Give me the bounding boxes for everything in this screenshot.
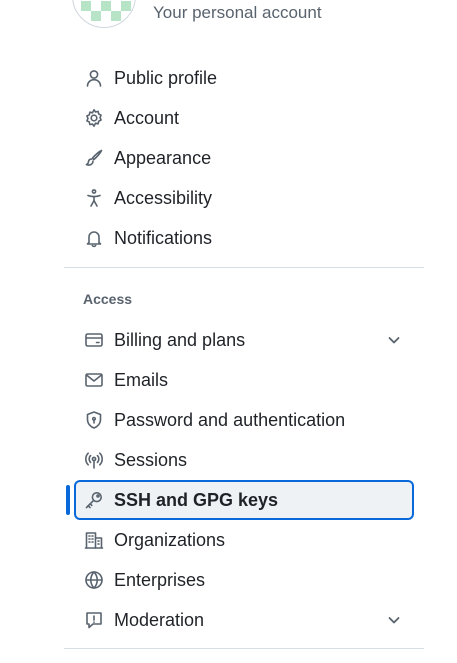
globe-icon [83, 569, 105, 591]
gear-icon [83, 107, 105, 129]
avatar-pattern-tile [101, 1, 111, 11]
mail-icon [83, 369, 105, 391]
account-header: Your personal account [0, 0, 457, 40]
sidebar-item-billing-and-plans[interactable]: Billing and plans [64, 320, 424, 360]
avatar-pattern-tile [121, 1, 131, 11]
organization-icon [83, 529, 105, 551]
chevron-down-icon[interactable] [386, 332, 402, 348]
sidebar-item-label: Appearance [114, 147, 212, 168]
sidebar-item-label: Accessibility [114, 187, 213, 208]
section-divider [64, 648, 424, 649]
sidebar-item-label: Public profile [114, 67, 218, 88]
sidebar-item-moderation[interactable]: Moderation [64, 600, 424, 640]
credit-card-icon [83, 329, 105, 351]
sidebar-item-notifications[interactable]: Notifications [64, 218, 424, 258]
paintbrush-icon [83, 147, 105, 169]
chevron-down-icon[interactable] [386, 612, 402, 628]
section-divider [64, 267, 424, 268]
sidebar-item-label: Billing and plans [114, 329, 246, 350]
avatar[interactable] [72, 0, 136, 28]
sidebar-item-appearance[interactable]: Appearance [64, 138, 424, 178]
sidebar-item-label: Notifications [114, 227, 213, 248]
section-heading-access: Access [83, 291, 133, 307]
sidebar-item-password-and-authentication[interactable]: Password and authentication [64, 400, 424, 440]
sidebar-item-organizations[interactable]: Organizations [64, 520, 424, 560]
account-subtitle: Your personal account [153, 3, 322, 22]
sidebar-item-label: Password and authentication [114, 409, 346, 430]
sidebar-item-public-profile[interactable]: Public profile [64, 58, 424, 98]
settings-sidebar: Public profile Account Appearance Access… [64, 58, 424, 640]
sidebar-item-label: Account [114, 107, 180, 128]
person-icon [83, 67, 105, 89]
sidebar-item-accessibility[interactable]: Accessibility [64, 178, 424, 218]
sidebar-item-label: Moderation [114, 609, 205, 630]
active-indicator [66, 485, 70, 515]
avatar-pattern-tile [111, 11, 121, 21]
sidebar-item-enterprises[interactable]: Enterprises [64, 560, 424, 600]
avatar-pattern-tile [81, 1, 91, 11]
sidebar-item-label: SSH and GPG keys [114, 489, 279, 510]
sidebar-item-sessions[interactable]: Sessions [64, 440, 424, 480]
sidebar-item-label: Sessions [114, 449, 188, 470]
sidebar-item-account[interactable]: Account [64, 98, 424, 138]
sidebar-item-emails[interactable]: Emails [64, 360, 424, 400]
sidebar-item-label: Enterprises [114, 569, 206, 590]
broadcast-icon [83, 449, 105, 471]
sidebar-item-ssh-and-gpg-keys[interactable]: SSH and GPG keys [66, 480, 414, 520]
bell-icon [83, 227, 105, 249]
shield-lock-icon [83, 409, 105, 431]
avatar-pattern-tile [91, 11, 101, 21]
accessibility-icon [83, 187, 105, 209]
key-icon [83, 489, 105, 511]
sidebar-item-label: Organizations [114, 529, 226, 550]
sidebar-item-label: Emails [114, 369, 169, 390]
report-icon [83, 609, 105, 631]
